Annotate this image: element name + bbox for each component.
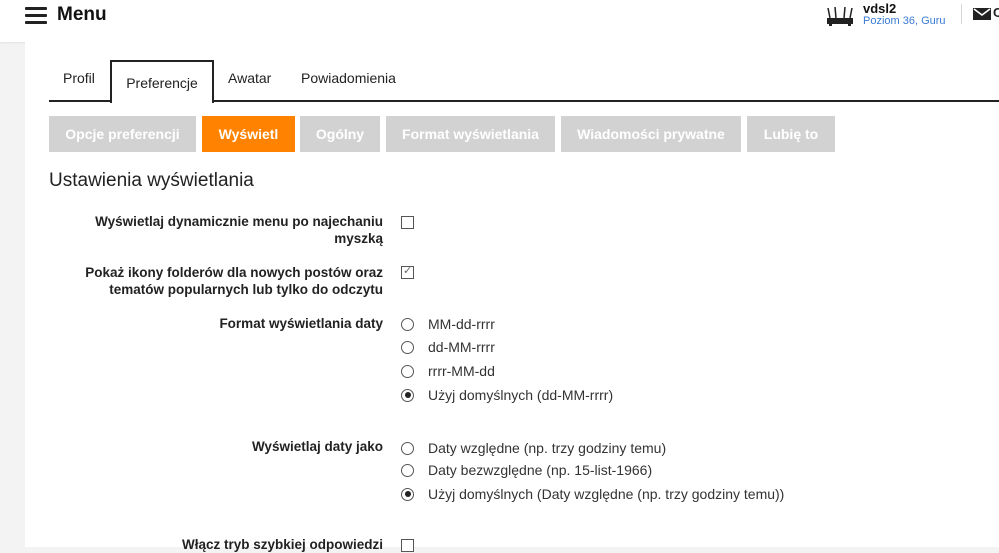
dynamic-menu-label: Wyświetlaj dynamicznie menu po najechani… bbox=[95, 213, 383, 247]
radio-label[interactable]: MM-dd-rrrr bbox=[428, 316, 495, 332]
date-format-option-default[interactable]: Użyj domyślnych (dd-MM-rrrr) bbox=[401, 386, 613, 404]
date-format-label: Format wyświetlania daty bbox=[219, 316, 383, 331]
quick-reply-checkbox[interactable] bbox=[401, 539, 414, 552]
date-format-option-3[interactable]: rrrr-MM-dd bbox=[401, 362, 495, 380]
radio-label[interactable]: Daty bezwzględne (np. 15-list-1966) bbox=[428, 462, 652, 478]
subtab-format-wyswietlania[interactable]: Format wyświetlania bbox=[386, 116, 555, 152]
content-panel: Profil Preferencje Awatar Powiadomienia … bbox=[25, 42, 999, 552]
user-name[interactable]: vdsl2 bbox=[863, 2, 946, 15]
radio-label[interactable]: rrrr-MM-dd bbox=[428, 363, 495, 379]
section-title: Ustawienia wyświetlania bbox=[49, 170, 254, 191]
header-divider bbox=[961, 4, 962, 24]
radio-label[interactable]: dd-MM-rrrr bbox=[428, 339, 495, 355]
radio-button-selected[interactable] bbox=[401, 487, 414, 501]
dynamic-menu-label-line1: Wyświetlaj dynamicznie menu po najechani… bbox=[95, 214, 383, 229]
mail-icon[interactable] bbox=[972, 7, 992, 21]
radio-label[interactable]: Użyj domyślnych (Daty względne (np. trzy… bbox=[428, 486, 784, 502]
radio-button[interactable] bbox=[401, 364, 414, 378]
menu-button[interactable]: Menu bbox=[25, 4, 107, 26]
folder-icons-checkbox[interactable]: ✓ bbox=[401, 265, 414, 279]
tab-powiadomienia[interactable]: Powiadomienia bbox=[301, 60, 396, 98]
radio-button[interactable] bbox=[401, 463, 414, 477]
subtab-ogolny[interactable]: Ogólny bbox=[300, 116, 380, 152]
subtab-opcje-preferencji[interactable]: Opcje preferencji bbox=[49, 116, 196, 152]
radio-label[interactable]: Daty względne (np. trzy godziny temu) bbox=[428, 440, 666, 456]
radio-button-selected[interactable] bbox=[401, 388, 414, 402]
date-display-option-relative[interactable]: Daty względne (np. trzy godziny temu) bbox=[401, 439, 666, 457]
radio-button[interactable] bbox=[401, 441, 414, 455]
hamburger-icon[interactable] bbox=[25, 7, 47, 24]
mail-label[interactable]: C bbox=[993, 5, 999, 20]
menu-label[interactable]: Menu bbox=[57, 4, 107, 26]
dynamic-menu-label-line2: myszką bbox=[334, 231, 383, 246]
user-profile[interactable]: vdsl2 Poziom 36, Guru bbox=[826, 2, 946, 28]
quick-reply-label: Włącz tryb szybkiej odpowiedzi bbox=[181, 537, 383, 552]
folder-icons-label-line1: Pokaż ikony folderów dla nowych postów o… bbox=[85, 265, 383, 280]
folder-icons-label-line2: tematów popularnych lub tylko do odczytu bbox=[109, 282, 383, 297]
date-format-option-2[interactable]: dd-MM-rrrr bbox=[401, 338, 495, 356]
radio-label[interactable]: Użyj domyślnych (dd-MM-rrrr) bbox=[428, 387, 613, 403]
router-icon bbox=[827, 6, 853, 26]
profile-tabs: Profil Preferencje Awatar Powiadomienia bbox=[49, 60, 999, 103]
date-display-option-absolute[interactable]: Daty bezwzględne (np. 15-list-1966) bbox=[401, 461, 652, 479]
date-format-option-1[interactable]: MM-dd-rrrr bbox=[401, 315, 495, 333]
subtab-wiadomosci-prywatne[interactable]: Wiadomości prywatne bbox=[561, 116, 741, 152]
subtab-wyswietl[interactable]: Wyświetl bbox=[202, 116, 295, 152]
date-display-label: Wyświetlaj daty jako bbox=[251, 439, 383, 454]
radio-button[interactable] bbox=[401, 317, 414, 331]
dynamic-menu-checkbox[interactable] bbox=[401, 216, 414, 229]
tab-preferencje[interactable]: Preferencje bbox=[110, 60, 214, 103]
folder-icons-label: Pokaż ikony folderów dla nowych postów o… bbox=[85, 264, 383, 298]
radio-button[interactable] bbox=[401, 340, 414, 354]
date-display-option-default[interactable]: Użyj domyślnych (Daty względne (np. trzy… bbox=[401, 485, 784, 503]
tab-awatar[interactable]: Awatar bbox=[228, 60, 271, 98]
top-bar: Menu vdsl2 Poziom 36, Guru C bbox=[0, 0, 999, 42]
user-rank: Poziom 36, Guru bbox=[863, 15, 946, 27]
subtab-lubie-to[interactable]: Lubię to bbox=[747, 116, 835, 152]
check-icon: ✓ bbox=[403, 265, 413, 277]
tab-profil[interactable]: Profil bbox=[63, 60, 95, 98]
